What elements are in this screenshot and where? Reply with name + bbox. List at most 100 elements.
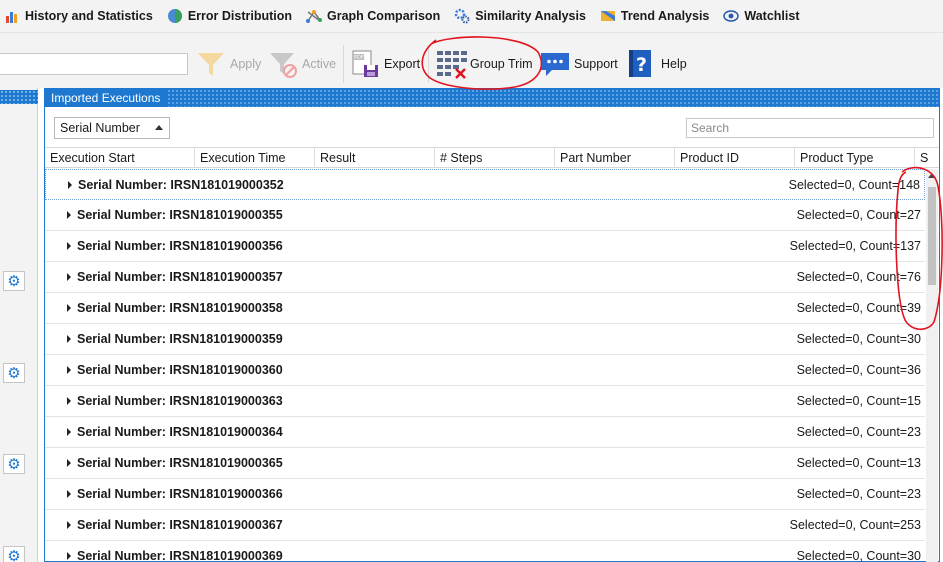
nav-label: Trend Analysis [620,9,710,23]
expand-caret-icon[interactable] [68,181,72,189]
column-header[interactable]: Product Type [795,148,915,168]
nav-similarity-analysis[interactable]: Similarity Analysis [450,0,596,32]
group-rows: Serial Number: IRSN181019000352 Selected=… [45,169,925,562]
group-count: Selected=0, Count=30 [796,332,921,346]
group-row[interactable]: Serial Number: IRSN181019000359 Selected=… [45,324,925,355]
group-row[interactable]: Serial Number: IRSN181019000352 Selected=… [45,169,925,200]
group-trim-label: Group Trim [470,57,533,71]
group-row[interactable]: Serial Number: IRSN181019000366 Selected=… [45,479,925,510]
chevron-up-icon [155,125,163,130]
gear-icon[interactable]: ⚙ [3,363,25,383]
group-label: Serial Number: IRSN181019000360 [77,363,283,377]
group-row[interactable]: Serial Number: IRSN181019000369 Selected=… [45,541,925,562]
nav-trend-analysis[interactable]: Trend Analysis [596,0,719,32]
help-label: Help [661,57,687,71]
column-header[interactable]: Part Number [555,148,675,168]
group-count: Selected=0, Count=36 [796,363,921,377]
group-label: Serial Number: IRSN181019000359 [77,332,283,346]
nav-history-and-statistics[interactable]: History and Statistics [0,0,163,32]
group-row[interactable]: Serial Number: IRSN181019000355 Selected=… [45,200,925,231]
group-row[interactable]: Serial Number: IRSN181019000365 Selected=… [45,448,925,479]
svg-text:PDF: PDF [354,55,364,61]
expand-caret-icon[interactable] [67,521,71,529]
group-label: Serial Number: IRSN181019000357 [77,270,283,284]
group-label: Serial Number: IRSN181019000352 [78,178,284,192]
expand-caret-icon[interactable] [67,366,71,374]
search-input[interactable] [686,118,934,138]
nav-label: Similarity Analysis [475,9,586,23]
toolbar-separator [343,45,344,83]
group-label: Serial Number: IRSN181019000358 [77,301,283,315]
group-label: Serial Number: IRSN181019000367 [77,518,283,532]
group-label: Serial Number: IRSN181019000369 [77,549,283,562]
vertical-scrollbar[interactable] [926,169,938,562]
nav-label: Error Distribution [187,9,292,23]
group-row[interactable]: Serial Number: IRSN181019000356 Selected=… [45,231,925,262]
speech-bubble-icon [540,49,570,79]
group-label: Serial Number: IRSN181019000364 [77,425,283,439]
group-trim-button[interactable]: Group Trim [436,47,533,81]
apply-button[interactable]: Apply [196,47,261,81]
group-count: Selected=0, Count=30 [796,549,921,562]
filter-input[interactable] [0,53,188,75]
support-label: Support [574,57,618,71]
group-count: Selected=0, Count=76 [796,270,921,284]
column-header[interactable]: Product ID [675,148,795,168]
expand-caret-icon[interactable] [67,211,71,219]
group-row[interactable]: Serial Number: IRSN181019000364 Selected=… [45,417,925,448]
pdf-export-icon: PDF [350,49,380,79]
gear-icon[interactable]: ⚙ [3,454,25,474]
active-button[interactable]: Active [268,47,336,81]
expand-caret-icon[interactable] [67,428,71,436]
bar-chart-icon [4,8,20,24]
nav-graph-comparison[interactable]: Graph Comparison [302,0,450,32]
group-row[interactable]: Serial Number: IRSN181019000360 Selected=… [45,355,925,386]
export-button[interactable]: PDF Export [350,47,420,81]
group-row[interactable]: Serial Number: IRSN181019000367 Selected=… [45,510,925,541]
expand-caret-icon[interactable] [67,552,71,560]
group-by-dropdown[interactable]: Serial Number [54,117,170,139]
nav-label: Watchlist [744,9,800,23]
expand-caret-icon[interactable] [67,490,71,498]
expand-caret-icon[interactable] [67,335,71,343]
svg-text:?: ? [636,54,647,76]
column-header[interactable]: S [915,148,939,168]
group-count: Selected=0, Count=15 [796,394,921,408]
group-label: Serial Number: IRSN181019000356 [77,239,283,253]
group-row[interactable]: Serial Number: IRSN181019000363 Selected=… [45,386,925,417]
network-icon [306,8,322,24]
support-button[interactable]: Support [540,47,618,81]
column-header[interactable]: Execution Time [195,148,315,168]
funnel-disabled-icon [268,49,298,79]
group-count: Selected=0, Count=23 [796,487,921,501]
group-count: Selected=0, Count=13 [796,456,921,470]
active-label: Active [302,57,337,71]
group-label: Serial Number: IRSN181019000366 [77,487,283,501]
left-panel-titlebar [0,90,38,104]
cogs-icon [454,8,470,24]
expand-caret-icon[interactable] [67,459,71,467]
expand-caret-icon[interactable] [67,273,71,281]
expand-caret-icon[interactable] [67,397,71,405]
toolbar: Apply Active PDF Export Group Trim Suppo… [0,32,943,88]
column-header[interactable]: # Steps [435,148,555,168]
scrollbar-thumb[interactable] [928,187,936,285]
expand-caret-icon[interactable] [67,304,71,312]
column-header[interactable]: Execution Start [45,148,195,168]
group-by-value: Serial Number [60,121,140,135]
help-button[interactable]: ? Help [627,47,687,81]
group-row[interactable]: Serial Number: IRSN181019000357 Selected=… [45,262,925,293]
scroll-up-icon[interactable] [928,173,936,178]
nav-label: Graph Comparison [327,9,441,23]
gear-icon[interactable]: ⚙ [3,546,25,562]
group-row[interactable]: Serial Number: IRSN181019000358 Selected=… [45,293,925,324]
group-count: Selected=0, Count=39 [796,301,921,315]
gear-icon[interactable]: ⚙ [3,271,25,291]
expand-caret-icon[interactable] [67,242,71,250]
nav-watchlist[interactable]: Watchlist [719,0,809,32]
globe-icon [167,8,183,24]
nav-error-distribution[interactable]: Error Distribution [163,0,302,32]
group-count: Selected=0, Count=253 [789,518,921,532]
column-header[interactable]: Result [315,148,435,168]
funnel-icon [196,49,226,79]
